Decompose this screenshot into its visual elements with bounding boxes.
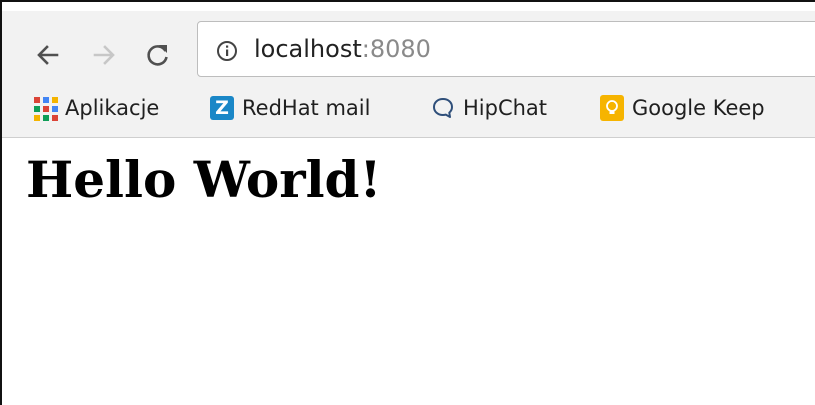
url-text[interactable]: localhost:8080: [254, 35, 431, 63]
page-heading: Hello World!: [26, 150, 382, 209]
address-bar[interactable]: localhost:8080: [197, 21, 815, 77]
bookmark-google-keep[interactable]: Google Keep: [600, 91, 765, 125]
bookmark-label: RedHat mail: [242, 96, 371, 120]
bookmark-aplikacje[interactable]: Aplikacje: [33, 91, 159, 125]
page-content: Hello World!: [2, 138, 815, 405]
lightbulb-icon: [600, 95, 624, 121]
window-top-edge: [2, 2, 815, 11]
bookmark-hipchat[interactable]: HipChat: [431, 91, 547, 125]
forward-arrow-icon: [93, 45, 115, 65]
info-icon[interactable]: [216, 40, 238, 62]
bookmark-redhat-mail[interactable]: Z RedHat mail: [210, 91, 370, 125]
browser-toolbar: localhost:8080 Aplikacje Z RedHat mail H…: [2, 11, 815, 138]
bookmark-label: Aplikacje: [65, 96, 160, 120]
url-port: :8080: [361, 35, 431, 63]
chat-bubble-icon: [433, 98, 453, 118]
reload-icon: [147, 45, 168, 66]
back-button[interactable]: [30, 37, 66, 73]
bookmark-label: Google Keep: [632, 96, 765, 120]
bookmark-label: HipChat: [463, 96, 548, 120]
reload-button[interactable]: [140, 37, 176, 73]
bookmarks-bar: Aplikacje Z RedHat mail HipChat Google K…: [2, 91, 815, 125]
url-host: localhost: [254, 35, 362, 63]
z-icon: Z: [210, 96, 234, 120]
apps-grid-icon: [33, 96, 58, 121]
forward-button[interactable]: [86, 37, 122, 73]
browser-window: localhost:8080 Aplikacje Z RedHat mail H…: [0, 0, 815, 405]
back-arrow-icon: [37, 45, 59, 65]
